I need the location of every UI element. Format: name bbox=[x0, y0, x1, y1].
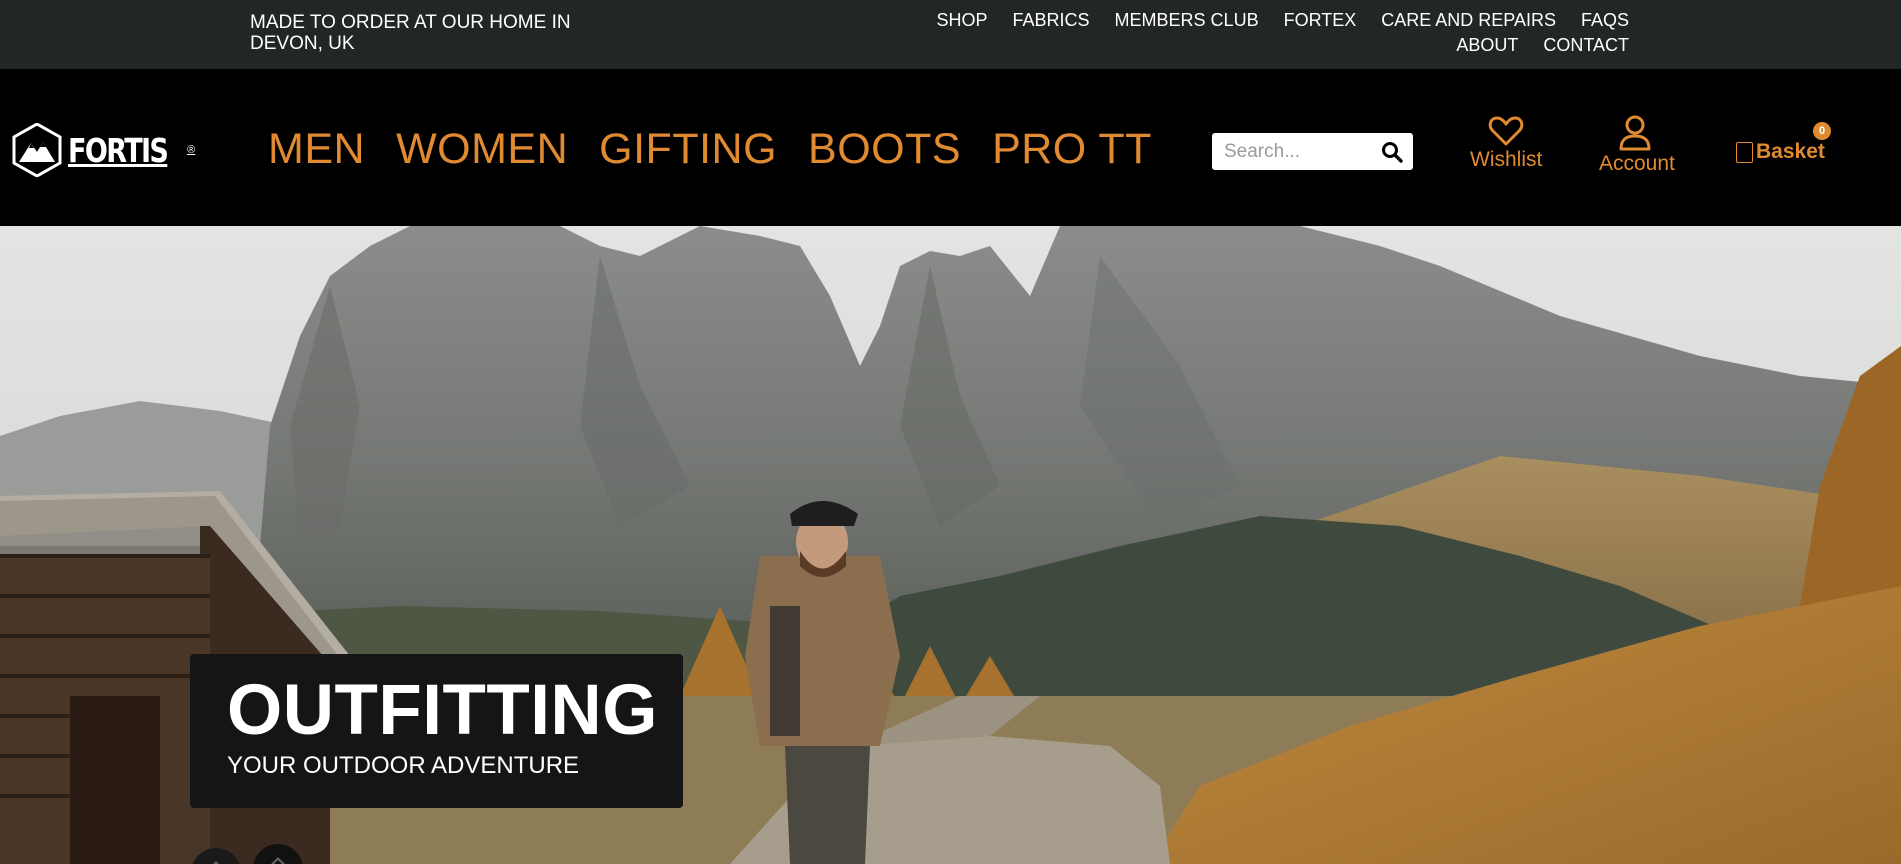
util-link-shop[interactable]: SHOP bbox=[937, 10, 988, 30]
hero-banner: OUTFITTING YOUR OUTDOOR ADVENTURE bbox=[0, 226, 1901, 864]
util-link-fabrics[interactable]: FABRICS bbox=[1013, 10, 1090, 30]
wishlist-label: Wishlist bbox=[1470, 148, 1543, 171]
top-utility-bar: MADE TO ORDER AT OUR HOME IN DEVON, UK S… bbox=[0, 0, 1901, 69]
nav-boots[interactable]: BOOTS bbox=[808, 126, 961, 172]
search-input[interactable] bbox=[1212, 133, 1382, 170]
primary-nav: MEN WOMEN GIFTING BOOTS PRO TT bbox=[268, 126, 1152, 172]
nav-men[interactable]: MEN bbox=[268, 126, 365, 172]
heart-icon bbox=[1488, 116, 1524, 146]
util-link-faqs[interactable]: FAQS bbox=[1581, 10, 1629, 30]
util-link-contact[interactable]: CONTACT bbox=[1543, 35, 1629, 55]
search-icon[interactable] bbox=[1381, 141, 1403, 163]
util-link-fortex[interactable]: FORTEX bbox=[1284, 10, 1357, 30]
wishlist-link[interactable]: Wishlist bbox=[1470, 115, 1542, 171]
hero-text-card: OUTFITTING YOUR OUTDOOR ADVENTURE bbox=[190, 654, 683, 808]
account-label: Account bbox=[1599, 152, 1675, 175]
basket-link[interactable]: Basket 0 bbox=[1736, 122, 1831, 163]
hero-subheadline: YOUR OUTDOOR ADVENTURE bbox=[227, 752, 580, 779]
utility-nav-row-2: ABOUT CONTACT bbox=[1456, 35, 1629, 55]
basket-count-badge: 0 bbox=[1813, 122, 1831, 140]
nav-gifting[interactable]: GIFTING bbox=[599, 126, 777, 172]
user-icon bbox=[1619, 115, 1651, 151]
registered-mark: ® bbox=[187, 144, 196, 156]
search-box bbox=[1212, 133, 1413, 170]
hero-headline: OUTFITTING bbox=[227, 671, 658, 750]
mountain-shield-icon bbox=[12, 123, 62, 177]
nav-women[interactable]: WOMEN bbox=[396, 126, 568, 172]
chevron-up-icon bbox=[268, 857, 288, 864]
util-link-about[interactable]: ABOUT bbox=[1456, 35, 1518, 55]
util-link-care-and-repairs[interactable]: CARE AND REPAIRS bbox=[1381, 10, 1556, 30]
util-link-members-club[interactable]: MEMBERS CLUB bbox=[1115, 10, 1259, 30]
made-to-order-tagline: MADE TO ORDER AT OUR HOME IN DEVON, UK bbox=[250, 12, 571, 54]
bag-icon bbox=[1736, 141, 1753, 163]
logo-wordmark: FORTIS bbox=[68, 130, 169, 170]
account-link[interactable]: Account bbox=[1599, 115, 1675, 175]
utility-nav-row-1: SHOP FABRICS MEMBERS CLUB FORTEX CARE AN… bbox=[937, 10, 1630, 30]
basket-label: Basket bbox=[1756, 140, 1825, 163]
main-header: FORTIS ® MEN WOMEN GIFTING BOOTS PRO TT … bbox=[0, 69, 1901, 226]
fortis-logo[interactable]: FORTIS ® bbox=[12, 123, 195, 177]
nav-pro-tt[interactable]: PRO TT bbox=[992, 126, 1152, 172]
